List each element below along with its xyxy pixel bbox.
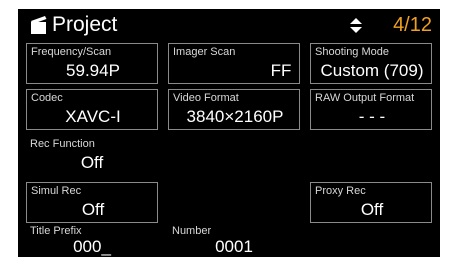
video-format-value: 3840×2160P — [186, 107, 284, 126]
shooting-mode-label: Shooting Mode — [315, 46, 389, 58]
number-item[interactable]: Number 0001 — [168, 223, 300, 257]
page-indicator: 4/12 — [393, 14, 432, 36]
rec-function-value: Off — [80, 153, 104, 172]
title-prefix-item[interactable]: Title Prefix 000_ — [26, 223, 158, 257]
raw-output-format-value: - - - — [358, 107, 386, 126]
frequency-scan-value: 59.94P — [66, 61, 120, 80]
frequency-scan-cell[interactable]: Frequency/Scan 59.94P — [26, 43, 158, 84]
proxy-rec-value: Off — [360, 200, 384, 219]
frequency-scan-label: Frequency/Scan — [31, 46, 112, 58]
codec-label: Codec — [31, 92, 63, 104]
shooting-mode-cell[interactable]: Shooting Mode Custom (709) — [310, 43, 432, 84]
proxy-rec-label: Proxy Rec — [315, 185, 366, 197]
codec-value: XAVC-I — [65, 107, 121, 126]
rec-function-item[interactable]: Rec Function Off — [26, 136, 158, 177]
codec-cell[interactable]: Codec XAVC-I — [26, 89, 158, 130]
video-format-label: Video Format — [173, 92, 239, 104]
imager-scan-label: Imager Scan — [173, 46, 236, 58]
number-value: 0001 — [215, 237, 253, 256]
simul-rec-cell[interactable]: Simul Rec Off — [26, 182, 158, 223]
raw-output-format-cell[interactable]: RAW Output Format - - - — [310, 89, 432, 130]
page-title: Project — [52, 13, 118, 36]
rec-function-label: Rec Function — [30, 138, 95, 150]
title-prefix-value: 000_ — [73, 237, 111, 256]
simul-rec-value: Off — [81, 200, 105, 219]
imager-scan-cell[interactable]: Imager Scan FF — [168, 43, 300, 84]
proxy-rec-cell[interactable]: Proxy Rec Off — [310, 182, 432, 223]
clapperboard-document-icon — [31, 16, 47, 34]
shooting-mode-value: Custom (709) — [320, 61, 424, 80]
project-menu-screen: Project 4/12 Frequency/Scan 59.94P Image… — [18, 9, 440, 257]
raw-output-format-label: RAW Output Format — [315, 92, 415, 104]
simul-rec-label: Simul Rec — [31, 185, 82, 197]
menu-header: Project 4/12 — [18, 9, 440, 41]
video-format-cell[interactable]: Video Format 3840×2160P — [168, 89, 300, 130]
up-down-arrows-icon[interactable] — [350, 18, 362, 33]
